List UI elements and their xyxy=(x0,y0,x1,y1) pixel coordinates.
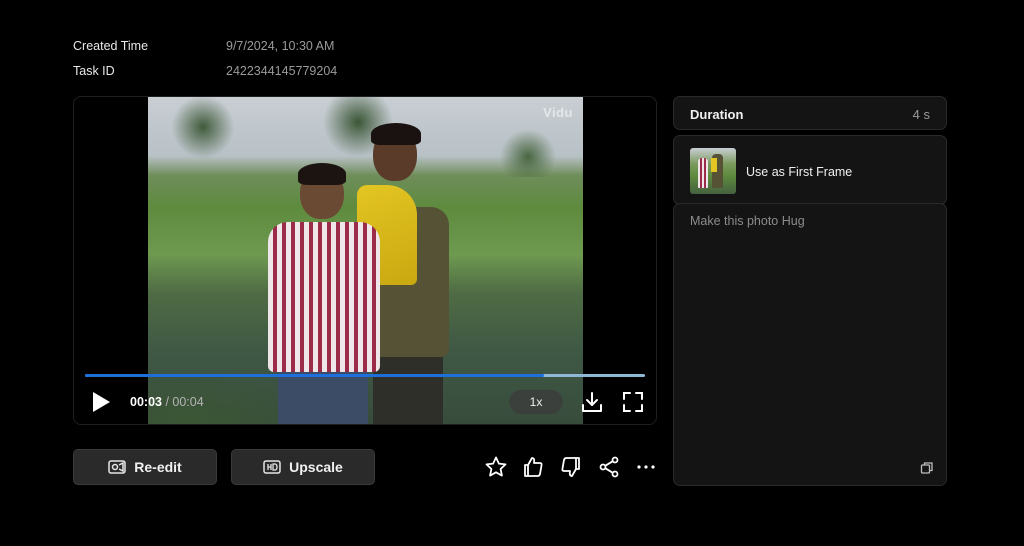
created-time-value: 9/7/2024, 10:30 AM xyxy=(226,39,335,53)
re-edit-label: Re-edit xyxy=(134,459,182,475)
time-display: 00:03 / 00:04 xyxy=(130,395,204,409)
use-as-first-frame-label: Use as First Frame xyxy=(746,165,853,179)
copy-icon[interactable] xyxy=(920,461,934,475)
time-separator: / xyxy=(161,395,173,409)
progress-bar[interactable] xyxy=(85,374,645,377)
current-time: 00:03 xyxy=(130,395,162,409)
share-icon[interactable] xyxy=(597,455,621,479)
star-icon[interactable] xyxy=(484,455,508,479)
speed-button[interactable]: 1x xyxy=(509,390,563,414)
fullscreen-icon[interactable] xyxy=(621,390,645,414)
play-icon[interactable] xyxy=(90,390,112,414)
first-frame-thumbnail[interactable] xyxy=(690,148,736,194)
prompt-panel: Make this photo Hug xyxy=(673,203,947,486)
thumbs-up-icon[interactable] xyxy=(521,455,545,479)
download-icon[interactable] xyxy=(580,390,604,414)
total-time: 00:04 xyxy=(172,395,204,409)
player-controls: 00:03 / 00:04 1x xyxy=(74,382,656,424)
re-edit-button[interactable]: Re-edit xyxy=(73,449,217,485)
thumbs-down-icon[interactable] xyxy=(559,455,583,479)
progress-fill xyxy=(85,374,545,377)
duration-panel: Duration 4 s xyxy=(673,96,947,130)
task-id-label: Task ID xyxy=(73,64,115,78)
created-time-label: Created Time xyxy=(73,39,149,53)
upscale-label: Upscale xyxy=(289,459,343,475)
more-icon[interactable] xyxy=(634,455,658,479)
vidu-watermark: Vidu xyxy=(543,105,573,120)
video-edit-icon xyxy=(108,460,127,474)
prompt-text: Make this photo Hug xyxy=(690,214,805,228)
video-player[interactable]: Vidu 00:03 / 00:04 1x xyxy=(73,96,657,425)
task-id-value: 2422344145779204 xyxy=(226,64,338,78)
upscale-button[interactable]: Upscale xyxy=(231,449,375,485)
duration-value: 4 s xyxy=(912,107,930,122)
duration-label: Duration xyxy=(690,107,744,122)
hd-icon xyxy=(263,460,281,474)
first-frame-panel[interactable]: Use as First Frame xyxy=(673,135,947,205)
